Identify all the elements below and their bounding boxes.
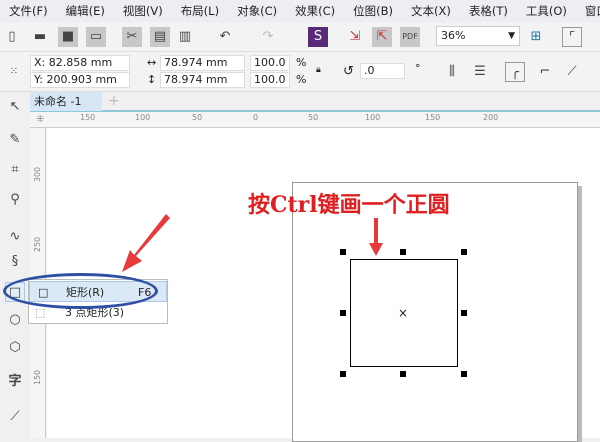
- selection-handle[interactable]: [340, 249, 346, 255]
- selection-handle[interactable]: [400, 371, 406, 377]
- selection-handle[interactable]: [461, 310, 467, 316]
- annotation-arrows: [122, 214, 383, 272]
- selection-handle[interactable]: [340, 371, 346, 377]
- selection-handle[interactable]: [461, 371, 467, 377]
- selection-handle[interactable]: [400, 249, 406, 255]
- highlight-ellipse: [3, 273, 158, 309]
- red-arrow-icon: [122, 214, 170, 272]
- selection-handle[interactable]: [340, 310, 346, 316]
- red-arrow-down-icon: [369, 218, 383, 256]
- selection-handle[interactable]: [461, 249, 467, 255]
- center-marker-icon: ×: [398, 306, 409, 320]
